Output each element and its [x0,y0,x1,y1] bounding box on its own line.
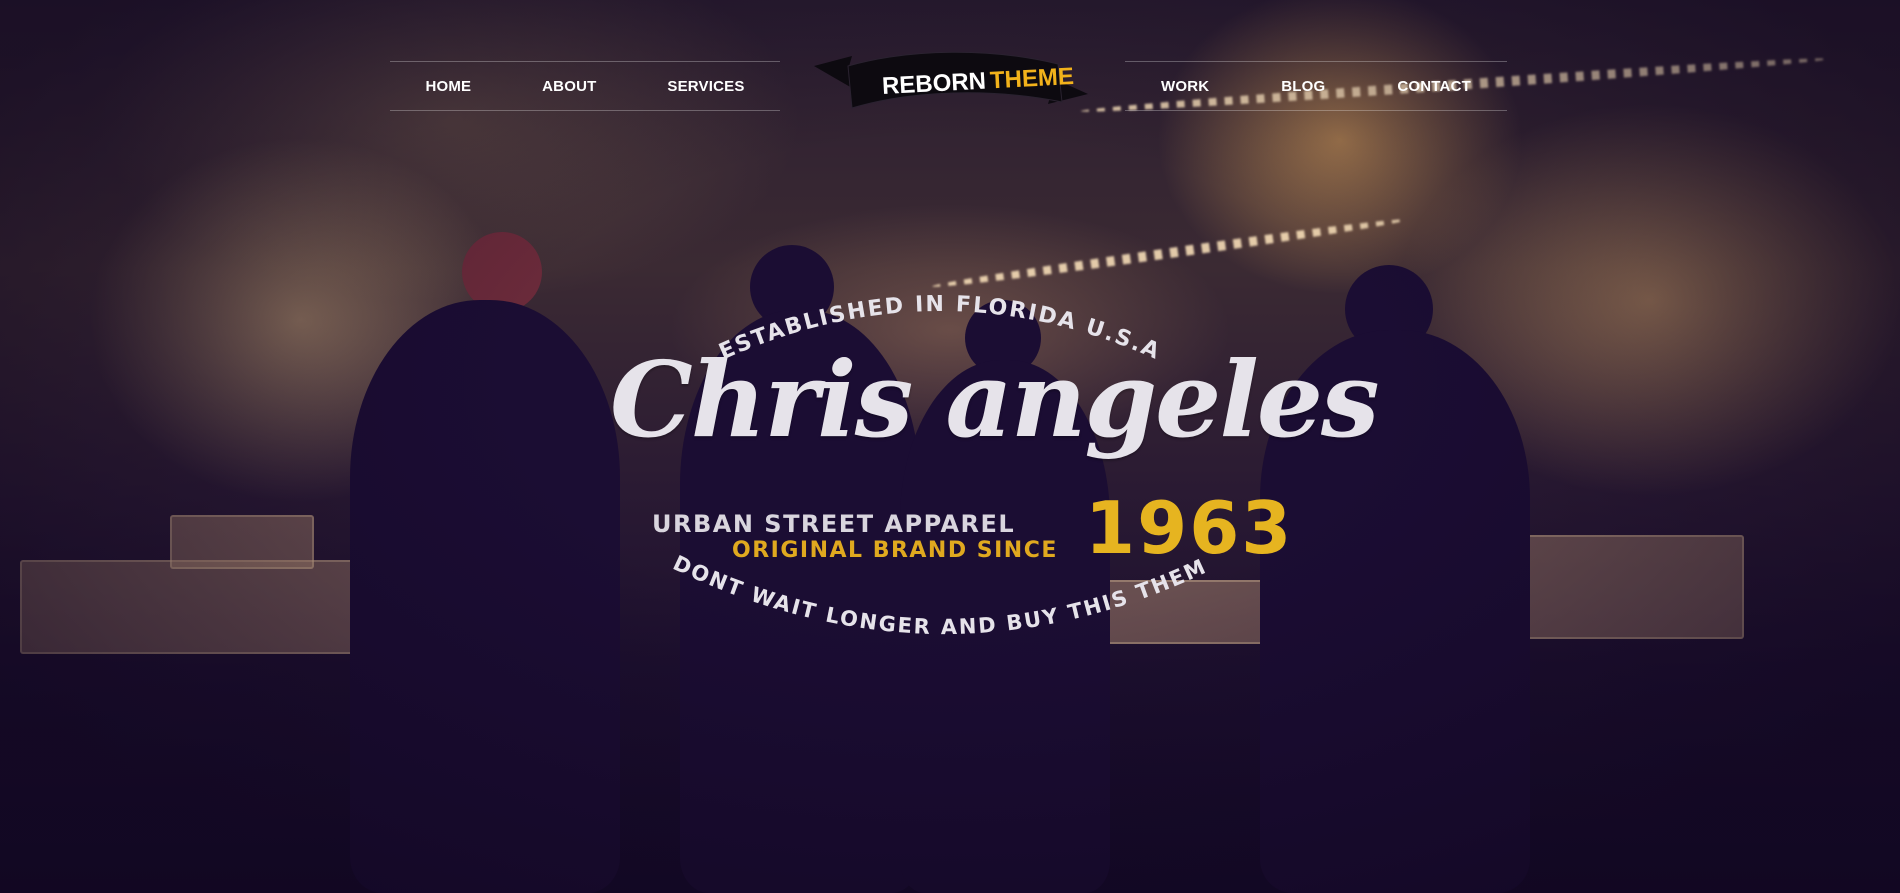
hero-arc-top-text: - ESTABLISHED IN FLORIDA U.S.A - [0,0,1174,369]
hero-tagline: URBAN STREET APPAREL [652,510,1016,538]
hero-subtagline: ORIGINAL BRAND SINCE [732,538,1058,563]
hero-title: Chris angeles [610,338,1380,461]
hero-year: 1963 [1085,486,1294,570]
